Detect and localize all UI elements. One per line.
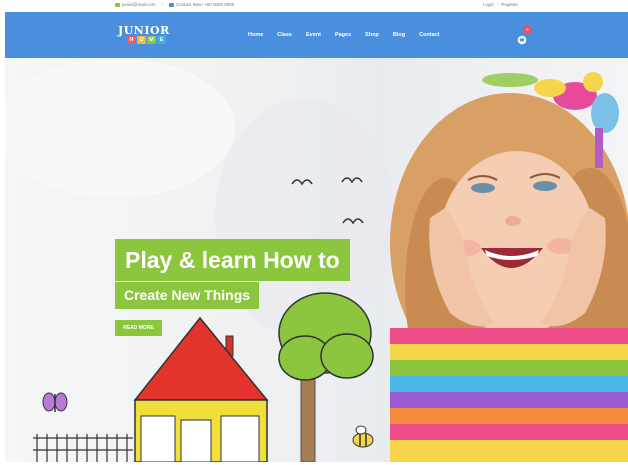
- login-divider: /: [497, 2, 499, 7]
- email-icon: [115, 2, 120, 7]
- butterfly-doodle: [42, 392, 68, 412]
- register-link[interactable]: Register: [501, 2, 518, 7]
- girl-photo: [390, 72, 628, 462]
- nav-item-contact[interactable]: Contact: [419, 32, 439, 38]
- nav-item-shop[interactable]: Shop: [365, 32, 379, 38]
- cart-icon: [517, 35, 527, 45]
- top-info-bar: junior@mail.com / Contact Now: +00 0000 …: [0, 0, 628, 12]
- read-more-button[interactable]: READ MORE: [115, 320, 162, 336]
- hero-subheadline: Create New Things: [115, 282, 260, 309]
- logo-block: O: [137, 36, 146, 44]
- nav-item-event[interactable]: Event: [306, 32, 321, 38]
- phone-contact[interactable]: Contact Now: +00 0000 0000: [168, 2, 234, 7]
- nav-item-class[interactable]: Class: [277, 32, 292, 38]
- cart-count-badge: 0: [523, 25, 532, 34]
- fence-doodle: [33, 434, 133, 462]
- logo-block: M: [147, 36, 156, 44]
- email-contact[interactable]: junior@mail.com: [115, 2, 156, 7]
- phone-icon: [168, 2, 174, 7]
- rainbow-sweater: [390, 328, 628, 462]
- topbar-separator: /: [161, 2, 163, 7]
- house-doodle: [133, 316, 269, 462]
- cart-button[interactable]: 0: [516, 25, 532, 45]
- nav-item-home[interactable]: Home: [248, 32, 263, 38]
- bg-blur-shape: [5, 58, 235, 198]
- logo-block: H: [127, 36, 136, 44]
- nav-item-pages[interactable]: Pages: [335, 32, 351, 38]
- logo-block: E: [157, 36, 166, 44]
- bee-doodle: [352, 425, 374, 448]
- main-navbar: JUNIOR HOME Home Class Event Pages Shop Blog C…: [5, 12, 628, 61]
- main-nav: Home Class Event Pages Shop Blog Contact: [248, 32, 454, 38]
- nav-item-blog[interactable]: Blog: [393, 32, 405, 38]
- hero-headline: Play & learn How to: [115, 239, 350, 281]
- login-link[interactable]: Login: [483, 2, 494, 7]
- site-logo[interactable]: JUNIOR HOME: [118, 24, 174, 46]
- logo-blocks: HOME: [127, 36, 166, 44]
